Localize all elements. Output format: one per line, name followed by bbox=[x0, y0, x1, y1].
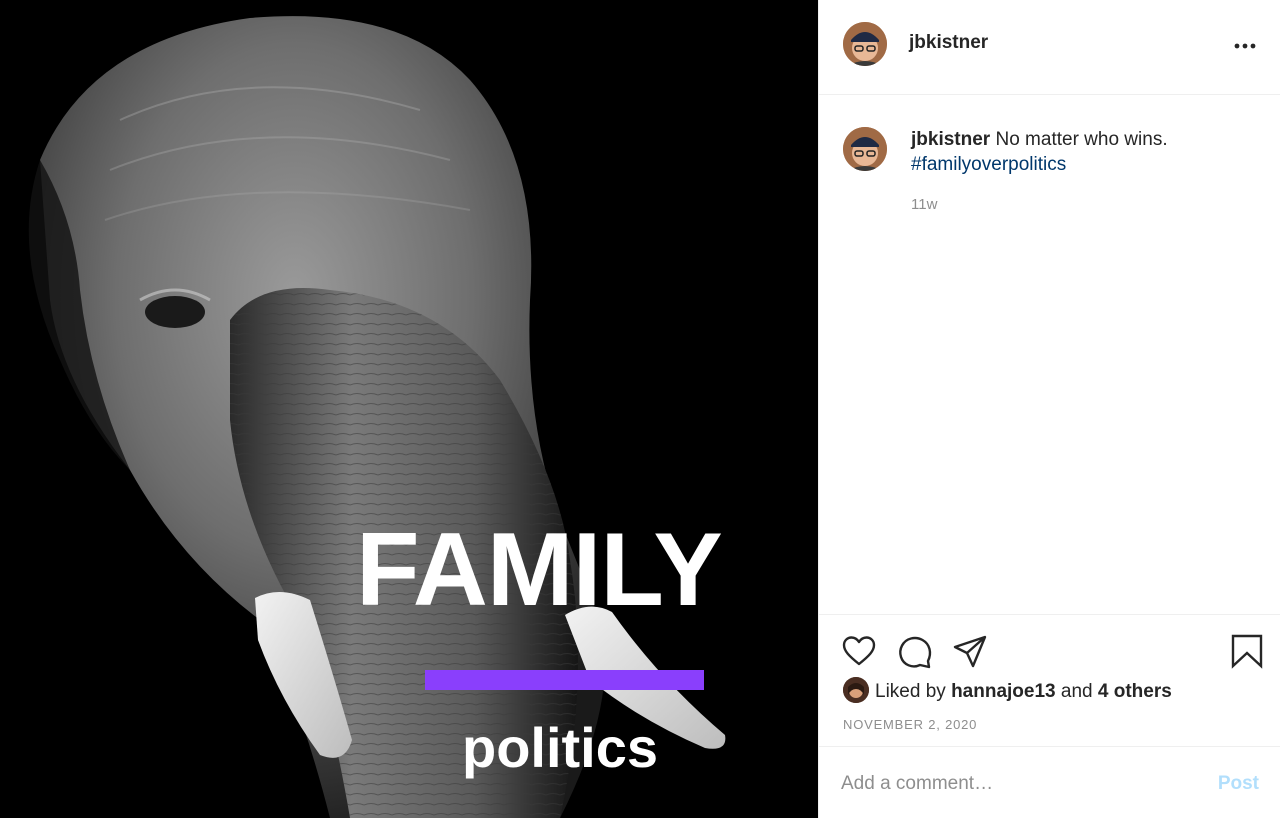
caption-avatar[interactable] bbox=[843, 127, 887, 171]
caption-time-ago[interactable]: 11w bbox=[911, 196, 937, 213]
comment-input[interactable] bbox=[841, 769, 1191, 799]
comment-icon[interactable] bbox=[897, 633, 933, 669]
more-horizontal-icon[interactable] bbox=[1231, 34, 1259, 58]
avatar-image bbox=[843, 677, 869, 703]
post-caption: jbkistner No matter who wins. #familyove… bbox=[819, 96, 1280, 614]
overlay-headline: FAMILY bbox=[356, 512, 723, 628]
bookmark-icon[interactable] bbox=[1229, 633, 1265, 669]
caption-text: No matter who wins. bbox=[995, 129, 1168, 150]
avatar-image bbox=[843, 127, 887, 171]
post-image[interactable]: FAMILY politics bbox=[0, 0, 818, 818]
caption-hashtag[interactable]: #familyoverpolitics bbox=[911, 152, 1261, 177]
avatar-image bbox=[843, 22, 887, 66]
share-icon[interactable] bbox=[952, 633, 988, 669]
post-comment-button[interactable]: Post bbox=[1218, 773, 1259, 795]
caption-body: jbkistner No matter who wins. #familyove… bbox=[911, 127, 1261, 177]
author-avatar[interactable] bbox=[843, 22, 887, 66]
comment-form: Post bbox=[819, 746, 1280, 818]
likes-prefix: Liked by bbox=[875, 681, 946, 703]
post-date[interactable]: NOVEMBER 2, 2020 bbox=[843, 717, 977, 732]
likes-summary: Liked by hannajoe13 and 4 others bbox=[843, 677, 1172, 705]
liker-avatar[interactable] bbox=[843, 677, 869, 703]
author-username[interactable]: jbkistner bbox=[909, 32, 988, 54]
post-sidebar: jbkistner jbkistner No matter who wins. … bbox=[818, 0, 1280, 818]
likes-user[interactable]: hannajoe13 bbox=[951, 681, 1056, 702]
overlay-accent-bar bbox=[425, 670, 704, 690]
likes-and: and bbox=[1060, 681, 1093, 703]
heart-icon[interactable] bbox=[841, 633, 877, 669]
caption-username[interactable]: jbkistner bbox=[911, 129, 990, 150]
elephant-photo bbox=[0, 0, 818, 818]
post-header: jbkistner bbox=[819, 0, 1280, 95]
likes-others[interactable]: 4 others bbox=[1098, 681, 1172, 702]
post-actions: Liked by hannajoe13 and 4 others NOVEMBE… bbox=[819, 614, 1280, 746]
overlay-subline: politics bbox=[462, 716, 659, 779]
